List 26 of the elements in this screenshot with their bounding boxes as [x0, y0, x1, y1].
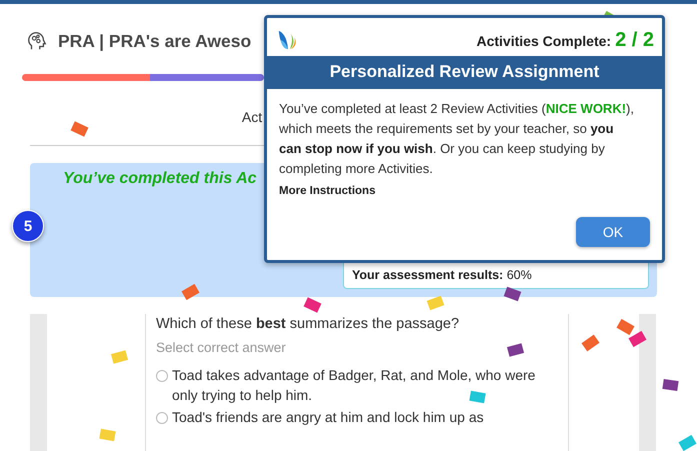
activities-count: 2 / 2: [615, 28, 654, 52]
confetti-piece: [70, 121, 88, 137]
tab-label[interactable]: Act: [242, 109, 262, 125]
confetti-piece: [662, 379, 679, 391]
completion-message: You’ve completed this Ac: [63, 170, 257, 188]
answer-option[interactable]: Toad takes advantage of Badger, Rat, and Mole, who were only trying to help him.: [172, 365, 548, 405]
confetti-piece: [506, 343, 524, 357]
dialog-message: You’ve completed at least 2 Review Activities (NICE WORK!), which meets the requirements set by your teacher, so you can stop now if you wish. Or you can keep studying by completing more Activities.: [279, 100, 635, 178]
radio-button[interactable]: [156, 412, 168, 424]
page-title: PRA | PRA's are Aweso: [58, 30, 252, 52]
more-instructions-link[interactable]: More Instructions: [279, 185, 376, 197]
ok-button[interactable]: OK: [576, 217, 650, 247]
activities-complete-label: Activities Complete:: [476, 32, 612, 48]
confetti-piece: [616, 318, 634, 336]
question-text: Which of these best summarizes the passage?: [156, 315, 460, 332]
dialog-title: Personalized Review Assignment: [267, 56, 662, 89]
radio-button[interactable]: [156, 370, 168, 382]
confetti-piece: [469, 390, 486, 404]
confetti-piece: [110, 350, 128, 364]
confetti-piece: [99, 428, 116, 442]
assessment-results: Your assessment results: 60%: [352, 268, 532, 282]
confetti-piece: [678, 434, 696, 451]
answer-option[interactable]: Toad's friends are angry at him and lock him up as: [172, 407, 484, 427]
confetti-piece: [304, 297, 322, 313]
step-badge: 5: [12, 210, 44, 242]
answer-hint: Select correct answer: [156, 340, 286, 355]
